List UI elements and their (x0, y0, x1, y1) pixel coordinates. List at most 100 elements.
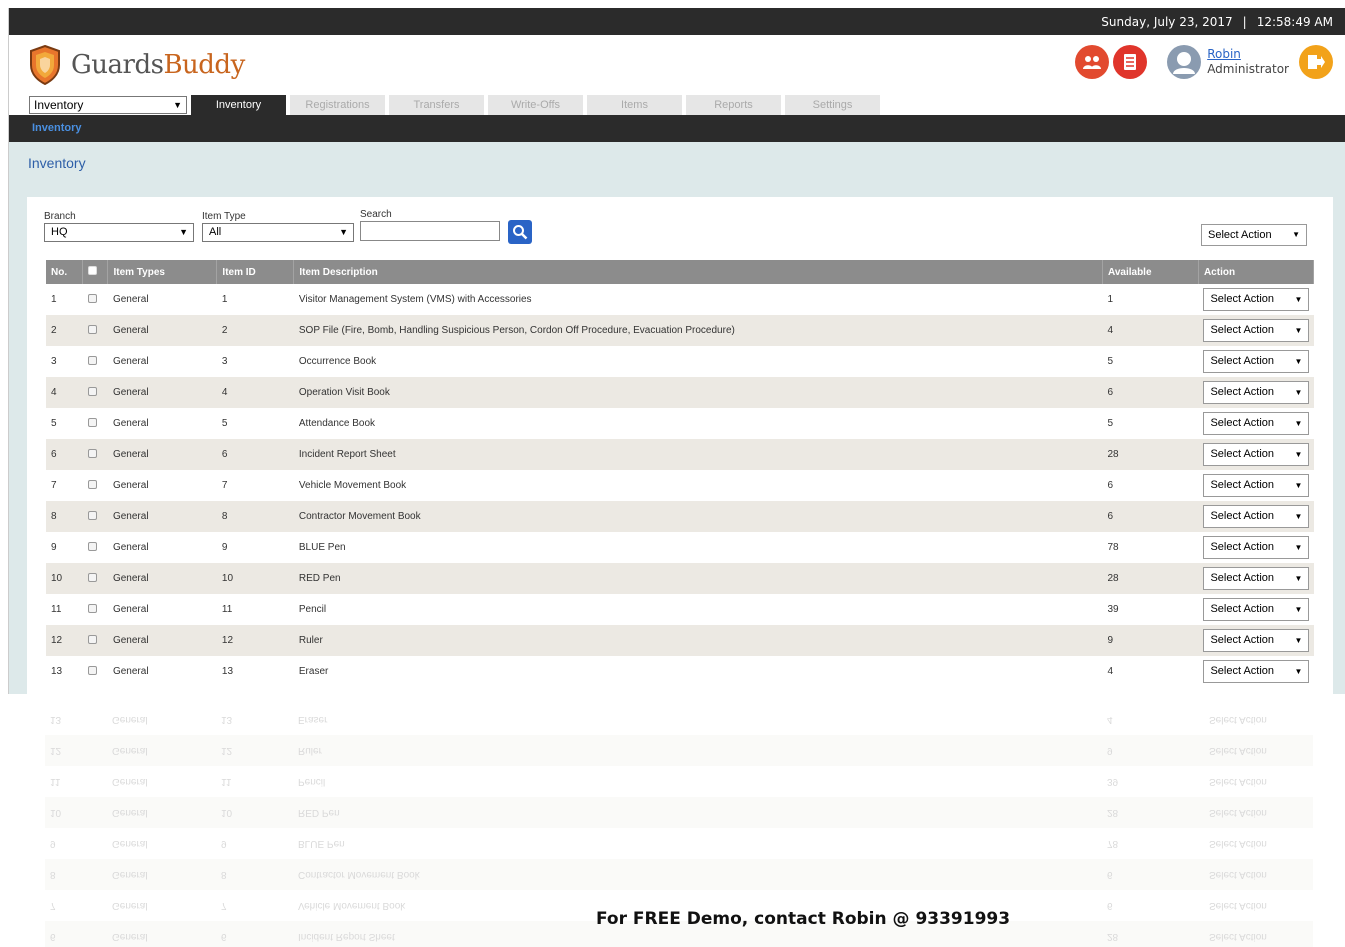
cell-select (83, 408, 108, 439)
row-checkbox[interactable] (87, 665, 97, 675)
row-checkbox[interactable] (87, 479, 97, 489)
row-action-select[interactable]: Select Action ▼ (1203, 598, 1310, 621)
cell-available: 6 (1102, 501, 1199, 532)
cell-available: 1 (1107, 294, 1114, 305)
item-type-select[interactable]: All ▼ (202, 223, 354, 242)
table-row: 1 General 1 Visitor Management System (VMS)… (46, 284, 1314, 315)
username-link[interactable]: Robin (1207, 47, 1241, 61)
cell-item-description: Vehicle Movement Book (298, 480, 407, 491)
cell-action: Select Action ▼ (1198, 408, 1313, 439)
row-action-select[interactable]: Select Action ▼ (1203, 319, 1310, 342)
row-checkbox[interactable] (87, 541, 97, 551)
row-action-value: Select Action (1210, 479, 1275, 491)
row-action-select[interactable]: Select Action ▼ (1203, 381, 1310, 404)
cell-no: 4 (46, 377, 83, 408)
row-checkbox[interactable] (87, 510, 97, 520)
row-action-select[interactable]: Select Action ▼ (1203, 660, 1310, 683)
row-action-select[interactable]: Select Action ▼ (1203, 567, 1310, 590)
table-row: 6 General 6 Incident Report Sheet 28 Select A… (46, 439, 1314, 470)
cell-action: Select Action ▼ (1198, 315, 1314, 346)
tab-reports[interactable]: Reports (686, 95, 781, 115)
row-checkbox[interactable] (87, 603, 97, 613)
subnav-item-inventory[interactable]: Inventory (32, 122, 82, 134)
tab-items[interactable]: Items (587, 95, 682, 115)
users-icon[interactable] (1075, 45, 1110, 79)
row-action-value: Select Action (1210, 324, 1275, 336)
tab-transfers[interactable]: Transfers (389, 95, 484, 115)
row-checkbox[interactable] (87, 293, 97, 303)
tab-inventory[interactable]: Inventory (191, 95, 286, 115)
tab-settings[interactable]: Settings (785, 95, 880, 115)
row-action-select[interactable]: Select Action ▼ (1203, 412, 1310, 435)
row-checkbox[interactable] (87, 386, 97, 396)
cell-item-type: General (107, 439, 217, 470)
cell-select (82, 625, 108, 656)
cell-item-description: BLUE Pen (298, 542, 346, 553)
col-header-available[interactable]: Available (1102, 260, 1199, 284)
row-checkbox[interactable] (87, 324, 97, 334)
branch-select[interactable]: HQ ▼ (44, 223, 194, 242)
logout-icon[interactable] (1299, 45, 1333, 79)
row-action-value: Select Action (1210, 293, 1275, 305)
row-action-value: Select Action (1210, 572, 1275, 584)
tab-write-offs[interactable]: Write-Offs (488, 95, 583, 115)
brand-logo[interactable]: GuardsBuddy (29, 45, 245, 85)
cell-available: 9 (1102, 625, 1199, 656)
tab-registrations[interactable]: Registrations (290, 95, 385, 115)
shield-logo-icon (30, 45, 60, 85)
search-button[interactable] (508, 220, 532, 244)
cell-action: Select Action ▼ (1198, 346, 1313, 377)
caret-down-icon: ▼ (1294, 605, 1303, 614)
cell-item-id: 9 (221, 542, 228, 553)
row-checkbox[interactable] (87, 572, 97, 582)
cell-no: 11 (51, 604, 62, 615)
cell-item-type: General (112, 604, 149, 615)
row-action-value: Select Action (1210, 510, 1275, 522)
bulk-action-select[interactable]: Select Action ▼ (1201, 224, 1307, 246)
page-title: Inventory (28, 155, 86, 171)
row-checkbox[interactable] (87, 417, 97, 427)
row-action-select[interactable]: Select Action ▼ (1203, 350, 1310, 373)
row-checkbox[interactable] (87, 634, 97, 644)
col-header-select-all (82, 260, 109, 284)
row-checkbox[interactable] (87, 448, 97, 458)
row-action-value: Select Action (1210, 665, 1275, 677)
row-action-select[interactable]: Select Action ▼ (1203, 505, 1310, 528)
table-header-row: No. Item Types Item ID Item Description … (46, 260, 1315, 284)
search-input[interactable] (360, 221, 500, 241)
row-action-select[interactable]: Select Action ▼ (1203, 443, 1310, 466)
user-avatar-icon[interactable] (1167, 45, 1202, 79)
row-checkbox[interactable] (87, 355, 97, 365)
row-action-value: Select Action (1210, 448, 1275, 460)
sub-nav: Inventory (9, 115, 1345, 142)
cell-available: 28 (1102, 439, 1199, 470)
cell-item-description: Attendance Book (298, 418, 376, 429)
col-header-item-types[interactable]: Item Types (107, 260, 218, 284)
select-all-checkbox[interactable] (88, 266, 98, 275)
col-header-item-id[interactable]: Item ID (216, 260, 295, 284)
cell-available: 4 (1102, 315, 1199, 346)
cell-no: 6 (46, 439, 83, 470)
cell-item-id: 12 (216, 625, 294, 656)
app-header: GuardsBuddy Robin Administrator (9, 35, 1345, 95)
row-action-select[interactable]: Select Action ▼ (1203, 474, 1310, 497)
cell-item-description: Contractor Movement Book (293, 501, 1103, 532)
cell-item-description: Ruler (293, 625, 1103, 656)
row-action-select[interactable]: Select Action ▼ (1203, 629, 1310, 652)
cell-item-type: General (107, 625, 217, 656)
cell-item-type: General (107, 315, 217, 346)
row-action-select[interactable]: Select Action ▼ (1203, 536, 1310, 559)
cell-item-id: 7 (221, 480, 228, 491)
document-icon[interactable] (1113, 45, 1148, 79)
col-header-action: Action (1198, 260, 1315, 284)
inventory-panel: Branch HQ ▼ Item Type All ▼ Search Selec… (27, 197, 1333, 694)
col-header-item-description[interactable]: Item Description (293, 260, 1103, 284)
cell-item-type: General (112, 418, 149, 429)
module-select[interactable]: Inventory ▼ (29, 96, 187, 114)
cell-action: Select Action ▼ (1198, 284, 1313, 315)
cell-item-description: Occurrence Book (298, 356, 377, 367)
row-action-value: Select Action (1210, 541, 1275, 553)
date-text: Sunday, July 23, 2017 (1101, 14, 1233, 29)
row-action-select[interactable]: Select Action ▼ (1203, 288, 1310, 311)
cell-item-description: Incident Report Sheet (293, 439, 1103, 470)
